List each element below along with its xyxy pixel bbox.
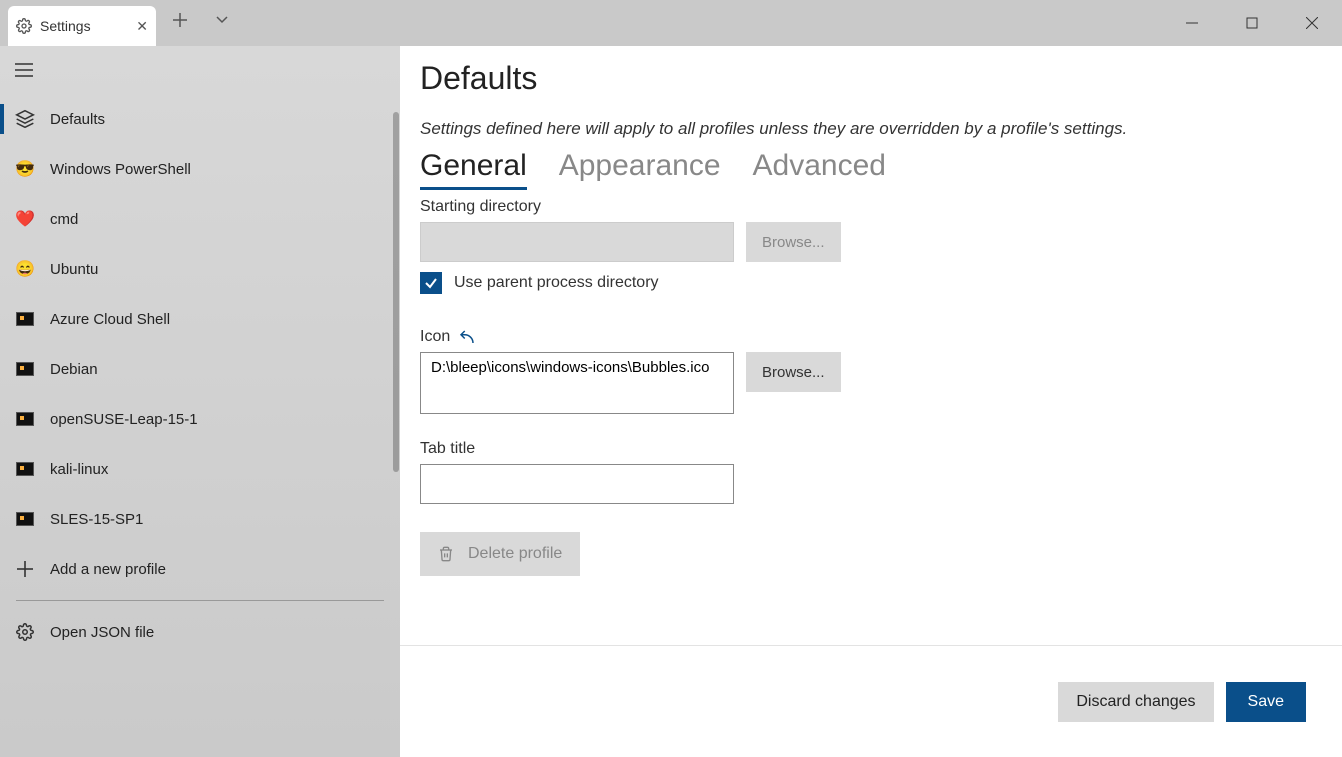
page-title: Defaults xyxy=(420,60,1322,97)
close-tab-icon[interactable]: ✕ xyxy=(136,18,148,35)
tab-advanced[interactable]: Advanced xyxy=(753,149,886,190)
tab-general[interactable]: General xyxy=(420,149,527,190)
minimize-button[interactable] xyxy=(1162,0,1222,46)
starting-directory-input[interactable] xyxy=(420,222,734,262)
hamburger-button[interactable] xyxy=(0,46,48,94)
tab-appearance[interactable]: Appearance xyxy=(559,149,721,190)
sidebar: Defaults 😎 Windows PowerShell ❤️ cmd 😄 U… xyxy=(0,46,400,757)
profile-icon xyxy=(14,308,36,330)
emoji-cool-icon: 😎 xyxy=(14,158,36,180)
icon-input[interactable] xyxy=(420,352,734,414)
sidebar-item-kali[interactable]: kali-linux xyxy=(0,444,400,494)
sidebar-scrollbar[interactable] xyxy=(392,92,400,697)
profile-icon xyxy=(14,508,36,530)
sidebar-item-label: SLES-15-SP1 xyxy=(50,511,143,528)
page-description: Settings defined here will apply to all … xyxy=(420,119,1322,139)
starting-directory-label: Starting directory xyxy=(420,198,1322,216)
delete-profile-label: Delete profile xyxy=(468,545,562,563)
sidebar-item-label: openSUSE-Leap-15-1 xyxy=(50,411,198,428)
icon-browse-button[interactable]: Browse... xyxy=(746,352,841,392)
trash-icon xyxy=(438,545,454,563)
sidebar-item-ubuntu[interactable]: 😄 Ubuntu xyxy=(0,244,400,294)
sidebar-item-sles[interactable]: SLES-15-SP1 xyxy=(0,494,400,544)
profile-icon xyxy=(14,458,36,480)
maximize-button[interactable] xyxy=(1222,0,1282,46)
profile-icon xyxy=(14,358,36,380)
reset-icon[interactable] xyxy=(458,328,476,346)
sidebar-item-label: Open JSON file xyxy=(50,624,154,641)
sidebar-item-label: Windows PowerShell xyxy=(50,161,191,178)
footer: Discard changes Save xyxy=(400,645,1342,757)
tab-title: Settings xyxy=(40,18,128,34)
sidebar-item-azure[interactable]: Azure Cloud Shell xyxy=(0,294,400,344)
tab-title-label: Tab title xyxy=(420,440,1322,458)
close-button[interactable] xyxy=(1282,0,1342,46)
sidebar-item-defaults[interactable]: Defaults xyxy=(0,94,400,144)
sidebar-item-label: Add a new profile xyxy=(50,561,166,578)
sidebar-item-cmd[interactable]: ❤️ cmd xyxy=(0,194,400,244)
starting-directory-browse-button[interactable]: Browse... xyxy=(746,222,841,262)
plus-icon xyxy=(14,558,36,580)
sidebar-item-label: Debian xyxy=(50,361,98,378)
gear-icon xyxy=(14,621,36,643)
icon-label: Icon xyxy=(420,328,1322,346)
sidebar-item-debian[interactable]: Debian xyxy=(0,344,400,394)
app-tab[interactable]: Settings ✕ xyxy=(8,6,156,46)
tab-title-input[interactable] xyxy=(420,464,734,504)
delete-profile-button[interactable]: Delete profile xyxy=(420,532,580,576)
content-area: Defaults Settings defined here will appl… xyxy=(400,46,1342,757)
layers-icon xyxy=(14,108,36,130)
heart-icon: ❤️ xyxy=(14,208,36,230)
discard-button[interactable]: Discard changes xyxy=(1058,682,1213,722)
emoji-smile-icon: 😄 xyxy=(14,258,36,280)
sidebar-divider xyxy=(16,600,384,601)
tab-bar: General Appearance Advanced xyxy=(420,149,1322,190)
sidebar-item-opensuse[interactable]: openSUSE-Leap-15-1 xyxy=(0,394,400,444)
sidebar-item-open-json[interactable]: Open JSON file xyxy=(0,607,400,657)
new-tab-button[interactable] xyxy=(170,0,190,40)
use-parent-checkbox-label: Use parent process directory xyxy=(454,274,659,292)
sidebar-item-add-profile[interactable]: Add a new profile xyxy=(0,544,400,594)
dropdown-button[interactable] xyxy=(212,0,232,40)
checkbox-checked-icon[interactable] xyxy=(420,272,442,294)
save-button[interactable]: Save xyxy=(1226,682,1306,722)
profile-icon xyxy=(14,408,36,430)
sidebar-item-powershell[interactable]: 😎 Windows PowerShell xyxy=(0,144,400,194)
gear-icon xyxy=(16,18,32,34)
sidebar-item-label: Ubuntu xyxy=(50,261,98,278)
sidebar-list: Defaults 😎 Windows PowerShell ❤️ cmd 😄 U… xyxy=(0,94,400,757)
use-parent-checkbox-row[interactable]: Use parent process directory xyxy=(420,272,1322,294)
sidebar-item-label: kali-linux xyxy=(50,461,108,478)
title-bar: Settings ✕ xyxy=(0,0,1342,46)
sidebar-item-label: cmd xyxy=(50,211,78,228)
sidebar-item-label: Azure Cloud Shell xyxy=(50,311,170,328)
sidebar-item-label: Defaults xyxy=(50,111,105,128)
